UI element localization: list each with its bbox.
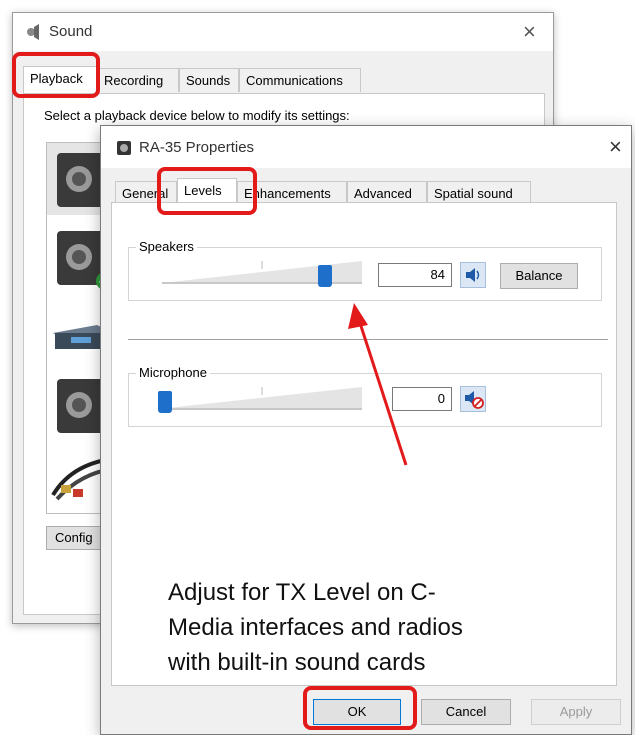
ok-button-highlight: [303, 686, 417, 730]
annotation-text: Adjust for TX Level on C- Media interfac…: [168, 575, 588, 680]
speakers-slider-thumb[interactable]: [318, 265, 333, 287]
microphone-mute-button[interactable]: [460, 386, 486, 412]
playback-tab-highlight: [12, 52, 100, 98]
speaker-muted-icon: [465, 391, 484, 409]
apply-button[interactable]: Apply: [531, 699, 621, 725]
levels-tab-highlight: [157, 167, 257, 215]
microphone-label: Microphone: [136, 365, 210, 380]
annotation-arrow: [348, 303, 408, 466]
annotation-line-1: Adjust for TX Level on C-: [168, 579, 436, 606]
annotation-line-3: with built-in sound cards: [168, 649, 426, 676]
speakers-slider[interactable]: [162, 259, 362, 287]
microphone-slider-thumb[interactable]: [158, 391, 172, 413]
sound-titlebar: Sound ×: [13, 13, 553, 51]
tab-communications[interactable]: Communications: [239, 68, 361, 92]
close-icon[interactable]: ×: [523, 19, 536, 45]
balance-button[interactable]: Balance: [500, 263, 578, 289]
props-window-title: RA-35 Properties: [139, 139, 255, 156]
speaker-icon: [27, 24, 39, 40]
speakers-mute-button[interactable]: [460, 262, 486, 288]
close-icon[interactable]: ×: [609, 134, 622, 160]
sound-window-title: Sound: [49, 23, 93, 40]
annotation-line-2: Media interfaces and radios: [168, 614, 463, 641]
speaker-small-icon: [117, 141, 131, 155]
speakers-label: Speakers: [136, 239, 197, 254]
speakers-level-input[interactable]: 84: [378, 263, 452, 287]
cancel-button[interactable]: Cancel: [421, 699, 511, 725]
playback-instruction: Select a playback device below to modify…: [44, 108, 350, 123]
props-titlebar: RA-35 Properties ×: [101, 126, 631, 168]
tab-sounds[interactable]: Sounds: [179, 68, 239, 92]
speaker-volume-icon: [466, 268, 480, 282]
tab-recording[interactable]: Recording: [97, 68, 179, 92]
